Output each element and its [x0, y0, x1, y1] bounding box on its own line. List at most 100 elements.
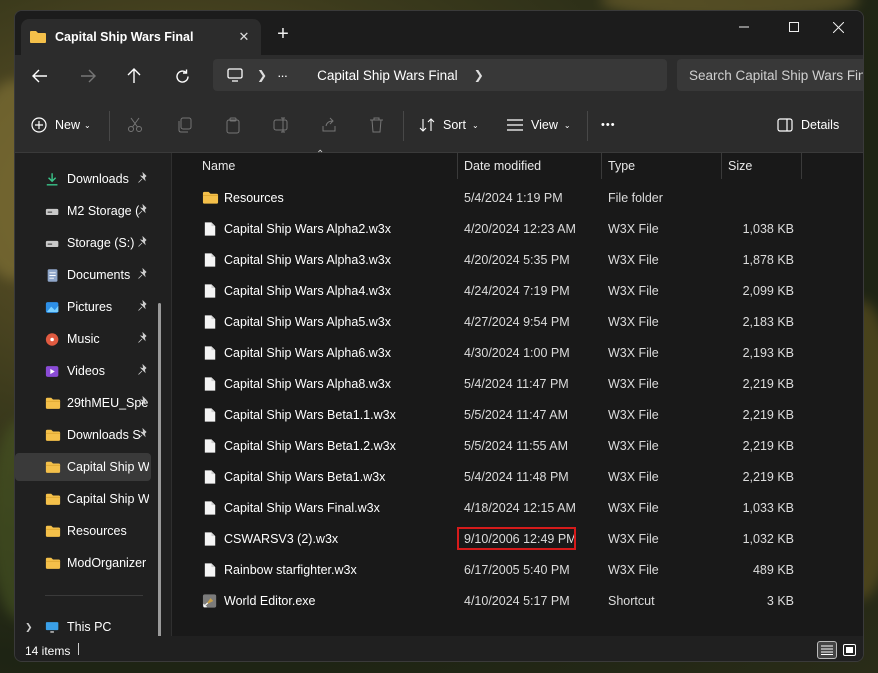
column-divider[interactable]	[601, 153, 602, 179]
up-button[interactable]	[119, 61, 149, 91]
folder-icon	[45, 429, 61, 441]
file-size: 2,193 KB	[742, 345, 794, 360]
file-name: Capital Ship Wars Alpha3.w3x	[224, 252, 391, 267]
table-row[interactable]: Capital Ship Wars Alpha5.w3x 4/27/2024 9:…	[182, 306, 862, 337]
pin-icon[interactable]	[137, 428, 149, 440]
column-header-date[interactable]: Date modified	[464, 153, 541, 179]
table-row[interactable]: Capital Ship Wars Alpha4.w3x 4/24/2024 7:…	[182, 275, 862, 306]
minimize-icon	[739, 26, 749, 28]
file-type: W3X File	[608, 376, 659, 391]
file-icon-cell	[202, 275, 219, 306]
details-button[interactable]: Details	[777, 109, 839, 141]
sidebar-item-this-pc[interactable]: ❯ This PC	[15, 613, 153, 636]
tiles-view-button[interactable]	[839, 641, 859, 659]
sidebar-item[interactable]: Downloads	[15, 165, 153, 193]
rename-button[interactable]	[273, 109, 290, 141]
delete-button[interactable]	[369, 109, 384, 141]
sidebar-item[interactable]: Documents	[15, 261, 153, 289]
table-row[interactable]: World Editor.exe 4/10/2024 5:17 PM Shortcu…	[182, 585, 862, 616]
sidebar-item[interactable]: Storage (S:)	[15, 229, 153, 257]
file-icon-cell	[202, 523, 219, 554]
file-name: Capital Ship Wars Alpha6.w3x	[224, 345, 391, 360]
close-tab-icon[interactable]: ✕	[233, 29, 255, 45]
chevron-down-icon: ⌄	[84, 120, 91, 130]
sidebar-item[interactable]: Capital Ship Wa	[15, 485, 153, 513]
column-divider[interactable]	[457, 153, 458, 179]
chevron-right-icon[interactable]: ❯	[474, 68, 484, 82]
folder-icon	[45, 525, 61, 537]
path-box[interactable]: ❯ ··· ❯ Capital Ship Wars Final ❯	[213, 59, 667, 91]
command-bar: New ⌄ Sort ⌄ View ⌄ ••• Details	[15, 97, 863, 153]
sidebar-scrollbar[interactable]	[158, 303, 161, 636]
table-row[interactable]: Capital Ship Wars Alpha6.w3x 4/30/2024 1:…	[182, 337, 862, 368]
close-window-button[interactable]	[815, 11, 861, 43]
sidebar-item[interactable]: Resources	[15, 517, 153, 545]
file-icon-cell	[202, 461, 219, 492]
pin-icon[interactable]	[137, 236, 149, 248]
chevron-right-icon[interactable]: ❯	[25, 622, 45, 633]
sidebar-item[interactable]: M2 Storage (	[15, 197, 153, 225]
file-size: 1,032 KB	[742, 531, 794, 546]
sidebar-item[interactable]: Videos	[15, 357, 153, 385]
column-header-name[interactable]: Name	[202, 153, 235, 179]
file-name: Capital Ship Wars Alpha4.w3x	[224, 283, 391, 298]
share-button[interactable]	[321, 109, 337, 141]
column-divider[interactable]	[721, 153, 722, 179]
new-button[interactable]: New ⌄	[31, 109, 91, 141]
sidebar-item[interactable]: Capital Ship Wa	[15, 453, 151, 481]
copy-button[interactable]	[177, 109, 193, 141]
table-row[interactable]: CSWARSV3 (2).w3x 9/10/2006 12:49 PM W3X Fi…	[182, 523, 862, 554]
refresh-button[interactable]	[167, 61, 197, 91]
table-row[interactable]: Capital Ship Wars Beta1.2.w3x 5/5/2024 11…	[182, 430, 862, 461]
table-row[interactable]: Capital Ship Wars Beta1.w3x 5/4/2024 11:4…	[182, 461, 862, 492]
sidebar-item[interactable]: ModOrganizer	[15, 549, 153, 577]
table-row[interactable]: Resources 5/4/2024 1:19 PM File folder	[182, 182, 862, 213]
tab-capital-ship-wars[interactable]: Capital Ship Wars Final ✕	[21, 19, 261, 55]
more-options-button[interactable]: •••	[601, 109, 616, 141]
table-row[interactable]: Capital Ship Wars Alpha8.w3x 5/4/2024 11:…	[182, 368, 862, 399]
column-divider[interactable]	[801, 153, 802, 179]
music-icon	[45, 332, 59, 346]
navigation-pane: Downloads M2 Storage ( Storage (S:) Documen…	[15, 153, 171, 636]
back-button[interactable]	[25, 61, 55, 91]
pin-icon[interactable]	[137, 396, 149, 408]
column-header-type[interactable]: Type	[608, 153, 635, 179]
new-tab-button[interactable]: +	[271, 23, 295, 47]
table-row[interactable]: Capital Ship Wars Alpha2.w3x 4/20/2024 12…	[182, 213, 862, 244]
pin-icon[interactable]	[137, 300, 149, 312]
toolbar-divider	[109, 111, 110, 141]
file-size: 1,878 KB	[742, 252, 794, 267]
file-icon-cell	[202, 337, 219, 368]
file-type: W3X File	[608, 500, 659, 515]
chevron-right-icon[interactable]: ❯	[257, 68, 267, 82]
cut-button[interactable]	[127, 109, 143, 141]
table-row[interactable]: Capital Ship Wars Beta1.1.w3x 5/5/2024 11…	[182, 399, 862, 430]
pin-icon[interactable]	[137, 172, 149, 184]
table-row[interactable]: Capital Ship Wars Final.w3x 4/18/2024 12:…	[182, 492, 862, 523]
file-date: 5/4/2024 1:19 PM	[464, 190, 563, 205]
path-overflow-button[interactable]: ···	[277, 68, 288, 83]
sort-button[interactable]: Sort ⌄	[419, 109, 479, 141]
sidebar-item[interactable]: Pictures	[15, 293, 153, 321]
maximize-button[interactable]	[771, 11, 817, 43]
breadcrumb-current[interactable]: Capital Ship Wars Final	[317, 68, 458, 83]
column-header-size[interactable]: Size	[728, 153, 752, 179]
table-row[interactable]: Capital Ship Wars Alpha3.w3x 4/20/2024 5:…	[182, 244, 862, 275]
pin-icon[interactable]	[137, 332, 149, 344]
forward-button[interactable]	[73, 61, 103, 91]
sidebar-item[interactable]: Music	[15, 325, 153, 353]
paste-button[interactable]	[225, 109, 241, 141]
minimize-button[interactable]	[721, 11, 767, 43]
pin-icon[interactable]	[137, 268, 149, 280]
file-icon-cell	[202, 585, 219, 616]
view-button[interactable]: View ⌄	[507, 109, 571, 141]
search-input[interactable]: Search Capital Ship Wars Final	[677, 59, 863, 91]
sidebar-item[interactable]: Downloads S	[15, 421, 153, 449]
sidebar-item[interactable]: 29thMEU_Spe	[15, 389, 153, 417]
file-type: File folder	[608, 190, 663, 205]
details-view-button[interactable]	[817, 641, 837, 659]
table-row[interactable]: Rainbow starfighter.w3x 6/17/2005 5:40 PM…	[182, 554, 862, 585]
pin-icon[interactable]	[137, 204, 149, 216]
pin-icon[interactable]	[137, 364, 149, 376]
file-icon	[204, 562, 216, 577]
